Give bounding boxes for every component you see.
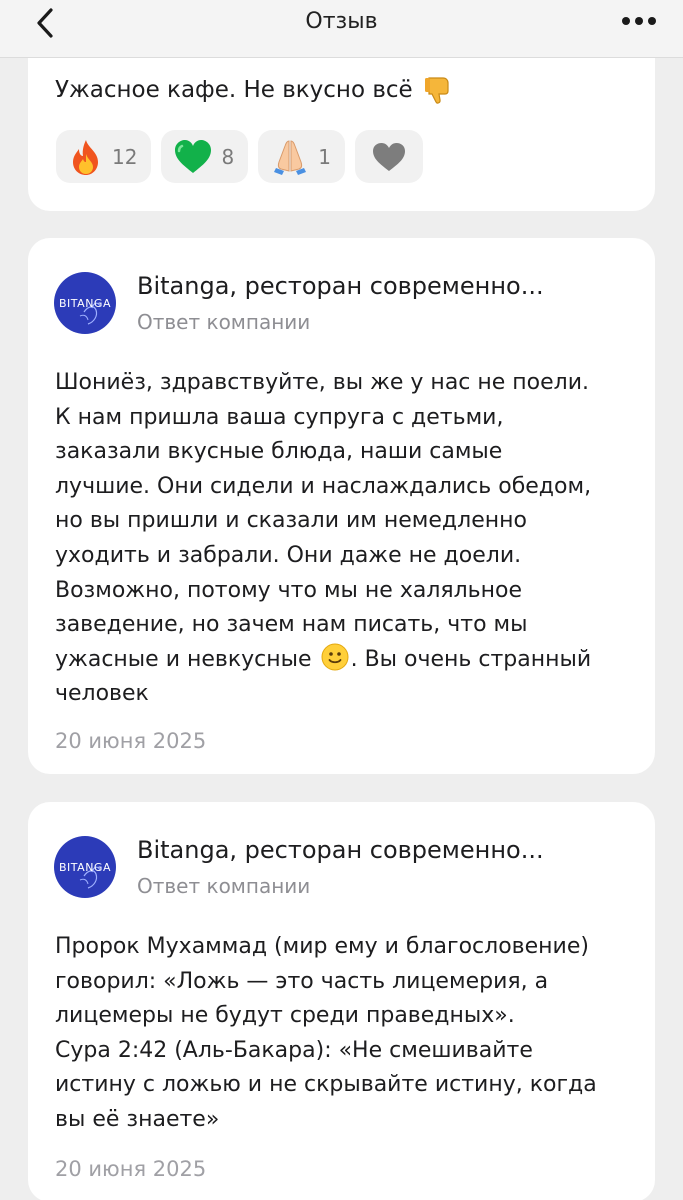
reply-line-part: ужасные и невкусные (55, 646, 312, 672)
reply-text: Шониёз, здравствуйте, вы же у нас не пое… (55, 366, 645, 712)
reply-line: К нам пришла ваша супруга с детьми, (55, 404, 504, 430)
review-text-row: Ужасное кафе. Не вкусно всё (55, 74, 455, 106)
more-button[interactable] (619, 6, 659, 36)
company-reply-card: BITANGA Bitanga, ресторан современно... … (28, 802, 655, 1200)
review-card: Ужасное кафе. Не вкусно всё 12 8 1 (28, 40, 655, 211)
reply-line: говорил: «Ложь — это часть лицемерия, а (55, 968, 549, 994)
reaction-count: 8 (221, 144, 235, 169)
reply-text: Пророк Мухаммад (мир ему и благословение… (55, 930, 645, 1138)
reply-line: Пророк Мухаммад (мир ему и благословение… (55, 934, 589, 959)
thumbs-down-icon (424, 77, 449, 104)
chevron-left-icon (37, 8, 53, 38)
reactions-bar: 12 8 1 (56, 130, 423, 183)
reply-line: лицемеры не будут среди праведных». (55, 1003, 515, 1029)
company-name[interactable]: Bitanga, ресторан современно... (137, 836, 544, 864)
heart-icon (372, 142, 405, 171)
ellipsis-icon (622, 17, 656, 25)
reply-line: но вы пришли и сказали им немедленно (55, 508, 527, 534)
page-title: Отзыв (305, 9, 378, 34)
slightly-smiling-face-icon (321, 643, 349, 671)
review-text: Ужасное кафе. Не вкусно всё (55, 77, 413, 103)
reply-label: Ответ компании (137, 874, 311, 898)
reply-line-with-emoji: ужасные и невкусные . Вы очень странный (55, 643, 645, 678)
reaction-count: 12 (112, 144, 138, 169)
reply-line: истину с ложью и не скрывайте истину, ко… (55, 1072, 597, 1098)
reply-line: уходить и забрали. Они даже не доели. (55, 542, 522, 568)
reaction-count: 1 (318, 144, 331, 169)
reply-line: человек (55, 681, 149, 707)
avatar-logo-text: BITANGA (59, 296, 111, 310)
avatar[interactable]: BITANGA (54, 272, 116, 334)
reply-line: Возможно, потому что мы не халяльное (55, 577, 523, 603)
reaction-add-like[interactable] (354, 130, 423, 183)
reaction-praying-hands[interactable]: 1 (258, 130, 345, 183)
fire-icon (73, 139, 98, 175)
reply-line: вы её знаете» (55, 1106, 220, 1132)
reply-line: лучшие. Они сидели и наслаждались обедом… (55, 473, 592, 499)
avatar-logo-text: BITANGA (59, 860, 111, 874)
praying-hands-icon (274, 139, 307, 175)
avatar[interactable]: BITANGA (54, 836, 116, 898)
green-heart-icon (175, 139, 212, 173)
back-button[interactable] (28, 6, 62, 40)
company-reply-card: BITANGA Bitanga, ресторан современно... … (28, 238, 655, 774)
reply-line: заказали вкусные блюда, наши самые (55, 439, 503, 465)
top-bar: Отзыв (0, 0, 683, 58)
reply-line-part: . Вы очень странный (350, 646, 592, 672)
reply-line: Сура 2:42 (Аль-Бакара): «Не смешивайте (55, 1037, 533, 1063)
company-name[interactable]: Bitanga, ресторан современно... (137, 272, 544, 300)
reply-date: 20 июня 2025 (55, 1157, 207, 1181)
reaction-fire[interactable]: 12 (56, 130, 152, 183)
reply-label: Ответ компании (137, 310, 311, 334)
reply-date: 20 июня 2025 (55, 729, 207, 753)
reaction-green-heart[interactable]: 8 (161, 130, 249, 183)
reply-line: Шониёз, здравствуйте, вы же у нас не пое… (55, 370, 590, 395)
reply-line: заведение, но зачем нам писать, что мы (55, 612, 528, 638)
